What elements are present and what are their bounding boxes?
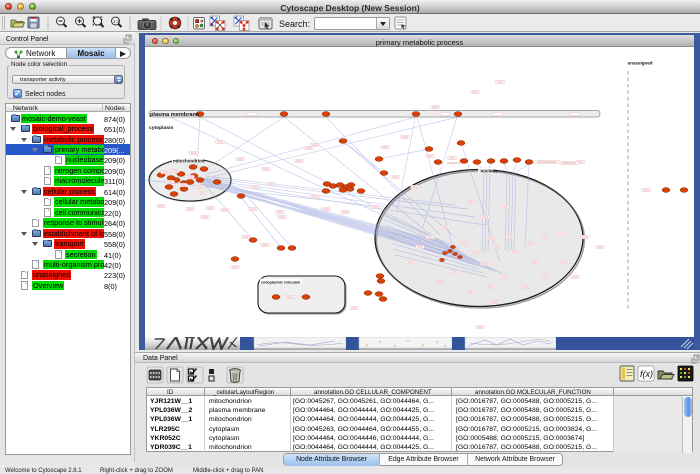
svg-text:plasma membrane: plasma membrane <box>150 112 199 118</box>
svg-text:1:1: 1:1 <box>113 19 120 24</box>
svg-text:cytoplasm: cytoplasm <box>149 125 174 131</box>
svg-text:unassigned: unassigned <box>628 61 653 66</box>
svg-text:nucleus: nucleus <box>481 168 499 173</box>
svg-text:mitochondrion: mitochondrion <box>173 159 205 164</box>
svg-text:endoplasmic reticulum: endoplasmic reticulum <box>261 281 300 285</box>
svg-text:f(x): f(x) <box>640 369 653 379</box>
